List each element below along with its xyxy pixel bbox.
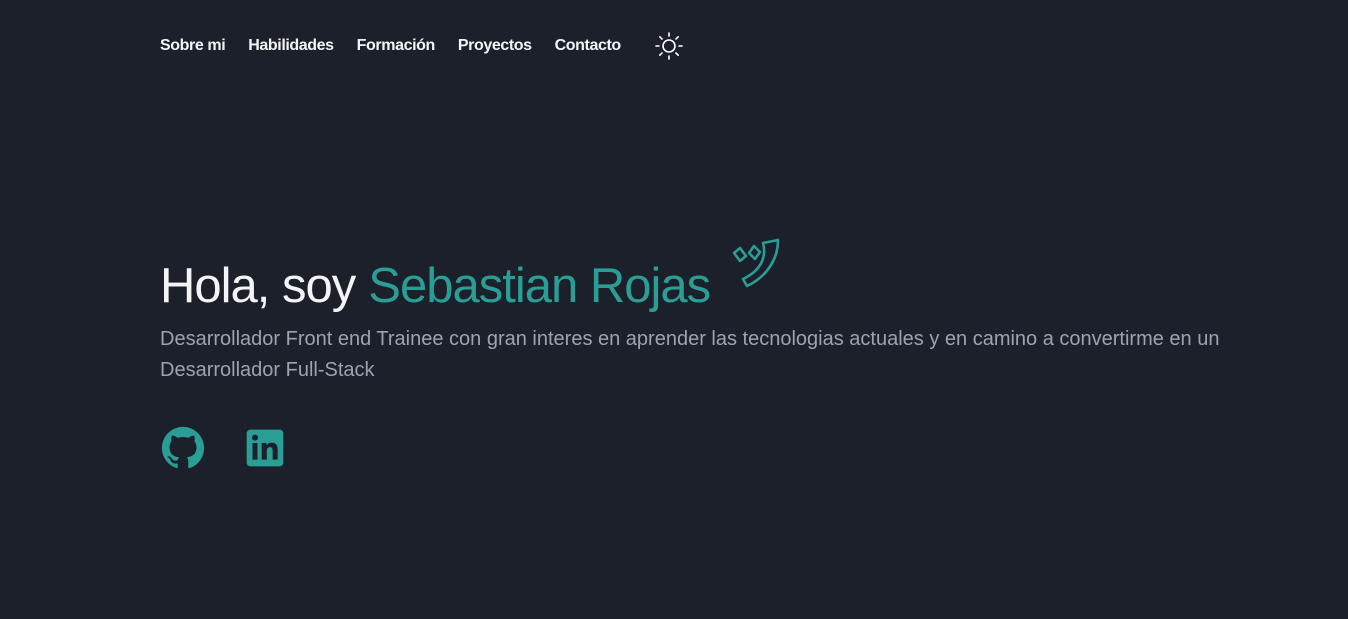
theme-toggle-button[interactable] [654, 31, 684, 61]
github-link[interactable] [160, 425, 206, 471]
hero-description: Desarrollador Front end Trainee con gran… [160, 328, 1220, 381]
linkedin-link[interactable] [242, 425, 288, 471]
nav-item-proyectos[interactable]: Proyectos [458, 37, 532, 55]
page: Sobre mi Habilidades Formación Proyectos… [0, 0, 1348, 619]
github-icon [161, 426, 205, 469]
wave-icon [732, 238, 780, 288]
linkedin-icon [246, 429, 284, 467]
hero-title: Hola, soy Sebastian Rojas [160, 238, 1240, 328]
hero-greeting: Hola, soy [160, 259, 356, 313]
hero-name: Sebastian Rojas [368, 259, 711, 313]
nav-item-formacion[interactable]: Formación [357, 37, 436, 55]
main-nav: Sobre mi Habilidades Formación Proyectos… [160, 31, 684, 61]
nav-item-habilidades[interactable]: Habilidades [248, 37, 334, 55]
nav-item-sobre-mi[interactable]: Sobre mi [160, 37, 226, 55]
nav-item-contacto[interactable]: Contacto [555, 37, 622, 55]
social-links [160, 425, 1240, 471]
hero-section: Hola, soy Sebastian Rojas Desarrollador … [160, 238, 1240, 471]
sun-icon [654, 32, 683, 60]
